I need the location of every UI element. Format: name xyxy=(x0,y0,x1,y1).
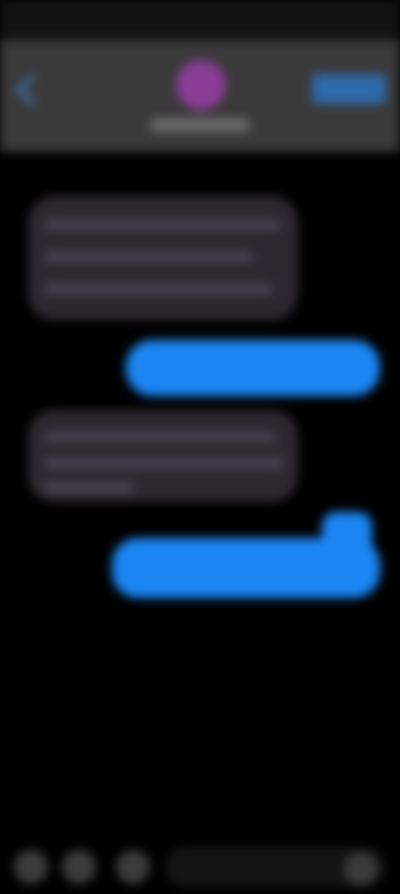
message-text-line xyxy=(44,482,134,492)
outgoing-message-bubble[interactable] xyxy=(112,538,380,598)
video-call-button[interactable] xyxy=(312,74,386,104)
avatar[interactable] xyxy=(176,60,226,110)
contact-name[interactable] xyxy=(150,118,250,132)
incoming-message-bubble[interactable] xyxy=(28,410,298,502)
message-text-line xyxy=(44,458,284,468)
app-store-icon[interactable] xyxy=(116,850,150,884)
apps-icon[interactable] xyxy=(62,850,96,884)
chevron-left-icon xyxy=(16,74,48,106)
status-bar xyxy=(0,0,400,40)
message-text-line xyxy=(44,432,276,442)
message-text-line xyxy=(44,284,272,294)
incoming-message-bubble[interactable] xyxy=(28,196,298,320)
back-button[interactable] xyxy=(10,70,48,110)
microphone-icon[interactable] xyxy=(344,852,378,886)
outgoing-message-bubble[interactable] xyxy=(126,340,380,396)
message-text-line xyxy=(44,220,280,230)
message-text-line xyxy=(44,252,254,262)
camera-icon[interactable] xyxy=(14,850,48,884)
